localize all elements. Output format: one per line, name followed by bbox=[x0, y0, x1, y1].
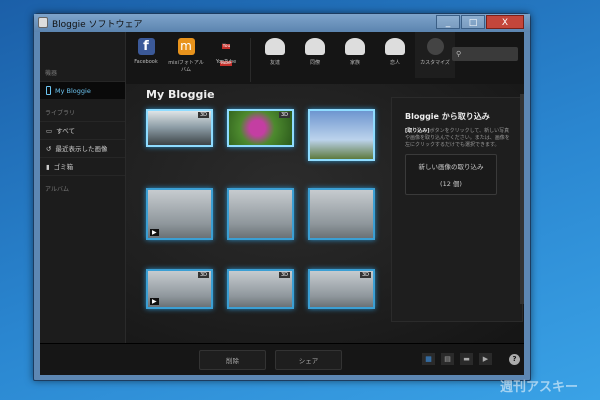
button-label: mixiフォトアルバム bbox=[168, 60, 204, 73]
3d-badge: 3D bbox=[197, 272, 209, 278]
sidebar: 機器 My Bloggie ライブラリ ▭ すべて ↺ 最近表示した画像 ▮ ゴミ箱 … bbox=[40, 32, 126, 343]
thumbnail[interactable]: ▶ bbox=[146, 188, 213, 240]
sidebar-item-my-bloggie[interactable]: My Bloggie bbox=[40, 81, 125, 99]
watermark: 週刊アスキー bbox=[499, 380, 578, 395]
button-label: YouTube bbox=[215, 59, 237, 65]
thumbnail[interactable]: 3D bbox=[308, 269, 375, 309]
people-icon bbox=[265, 38, 285, 55]
video-icon: ▶ bbox=[150, 298, 159, 305]
thumbnail[interactable]: 3D bbox=[146, 109, 213, 147]
button-label: 家族 bbox=[349, 60, 360, 66]
phone-icon bbox=[46, 86, 51, 95]
search-icon: ⚲ bbox=[456, 50, 462, 58]
customize-button[interactable]: カスタマイズ bbox=[415, 32, 455, 78]
thumbnail[interactable] bbox=[308, 109, 375, 161]
sidebar-item-label: ゴミ箱 bbox=[53, 162, 74, 171]
youtube-button[interactable]: You Tube YouTube bbox=[206, 38, 246, 66]
thumbnail[interactable]: 3D ▶ bbox=[146, 269, 213, 309]
thumbnail[interactable]: 3D bbox=[227, 109, 294, 147]
minimize-button[interactable]: _ bbox=[436, 15, 460, 29]
album-header: アルバム bbox=[45, 186, 69, 193]
button-label: 同僚 bbox=[309, 60, 320, 66]
sidebar-item-label: 最近表示した画像 bbox=[55, 144, 108, 153]
people-icon bbox=[305, 38, 325, 55]
wrench-icon bbox=[426, 38, 444, 55]
facebook-icon: f bbox=[137, 38, 155, 55]
scrollbar[interactable] bbox=[520, 94, 524, 304]
help-icon[interactable]: ? bbox=[509, 354, 520, 365]
share-toolbar: f Facebook m mixiフォトアルバム You Tube YouTube 友… bbox=[126, 32, 524, 84]
image-count: (12 個) bbox=[440, 180, 462, 188]
facebook-button[interactable]: f Facebook bbox=[126, 38, 166, 65]
close-button[interactable]: X bbox=[486, 15, 524, 29]
title-bar[interactable]: Bloggie ソフトウェア _ □ X bbox=[34, 14, 530, 32]
share-button[interactable]: シェア bbox=[275, 350, 342, 370]
import-title: Bloggie から取り込み bbox=[405, 112, 490, 121]
bottom-bar: 削除 シェア ▦ ▤ ▬ ▶ ? bbox=[40, 343, 524, 375]
sidebar-item-label: My Bloggie bbox=[55, 86, 91, 95]
app-icon bbox=[38, 17, 48, 28]
thumbnail[interactable]: 3D bbox=[227, 269, 294, 309]
maximize-button[interactable]: □ bbox=[461, 15, 485, 29]
button-label: 恋人 bbox=[389, 60, 400, 66]
sidebar-item-all[interactable]: ▭ すべて bbox=[40, 121, 125, 139]
divider bbox=[250, 38, 251, 82]
partner-button[interactable]: 恋人 bbox=[375, 38, 415, 66]
sidebar-item-label: すべて bbox=[56, 126, 75, 135]
delete-button[interactable]: 削除 bbox=[199, 350, 266, 370]
button-label: 新しい画像の取り込み bbox=[418, 163, 484, 171]
button-label: 友達 bbox=[269, 60, 280, 66]
import-panel: Bloggie から取り込み [取り込み]ボタンをクリックして、新しい写真や画像… bbox=[391, 97, 523, 322]
library-header: ライブラリ bbox=[45, 110, 76, 117]
3d-badge: 3D bbox=[359, 272, 371, 278]
history-icon: ↺ bbox=[46, 144, 52, 153]
youtube-icon: You Tube bbox=[220, 44, 232, 66]
mixi-button[interactable]: m mixiフォトアルバム bbox=[166, 38, 206, 73]
people-icon bbox=[385, 38, 405, 55]
people-icon bbox=[345, 38, 365, 55]
trash-icon: ▮ bbox=[46, 162, 50, 171]
mixi-icon: m bbox=[177, 38, 195, 55]
3d-badge: 3D bbox=[278, 272, 290, 278]
stack-icon: ▭ bbox=[46, 126, 53, 135]
slideshow-icon[interactable]: ▶ bbox=[479, 353, 492, 365]
list-view-icon[interactable]: ▤ bbox=[441, 353, 454, 365]
grid-view-icon[interactable]: ▦ bbox=[422, 353, 435, 365]
page-title: My Bloggie bbox=[146, 88, 215, 101]
import-description: [取り込み]ボタンをクリックして、新しい写真や画像を取り込んでください。または、… bbox=[405, 128, 510, 148]
friends-button[interactable]: 友達 bbox=[255, 38, 295, 66]
button-label: カスタマイズ bbox=[420, 60, 450, 66]
window-title: Bloggie ソフトウェア bbox=[52, 20, 143, 30]
sidebar-item-trash[interactable]: ▮ ゴミ箱 bbox=[40, 157, 125, 175]
app-window: Bloggie ソフトウェア _ □ X 機器 My Bloggie ライブラリ… bbox=[33, 13, 531, 381]
thumbnail[interactable] bbox=[227, 188, 294, 240]
main-content: My Bloggie 3D 3D ▶ 3D ▶ 3D 3D Bloggie から取… bbox=[126, 84, 524, 343]
coworkers-button[interactable]: 同僚 bbox=[295, 38, 335, 66]
3d-badge: 3D bbox=[197, 112, 209, 118]
search-input[interactable]: ⚲ bbox=[452, 47, 518, 61]
import-new-images-button[interactable]: 新しい画像の取り込み (12 個) bbox=[405, 154, 497, 195]
device-header: 機器 bbox=[45, 70, 58, 77]
button-label: Facebook bbox=[134, 59, 158, 65]
3d-badge: 3D bbox=[278, 112, 290, 118]
sidebar-item-recent[interactable]: ↺ 最近表示した画像 bbox=[40, 139, 125, 157]
single-view-icon[interactable]: ▬ bbox=[460, 353, 473, 365]
video-icon: ▶ bbox=[150, 229, 159, 236]
thumbnail[interactable] bbox=[308, 188, 375, 240]
family-button[interactable]: 家族 bbox=[335, 38, 375, 66]
